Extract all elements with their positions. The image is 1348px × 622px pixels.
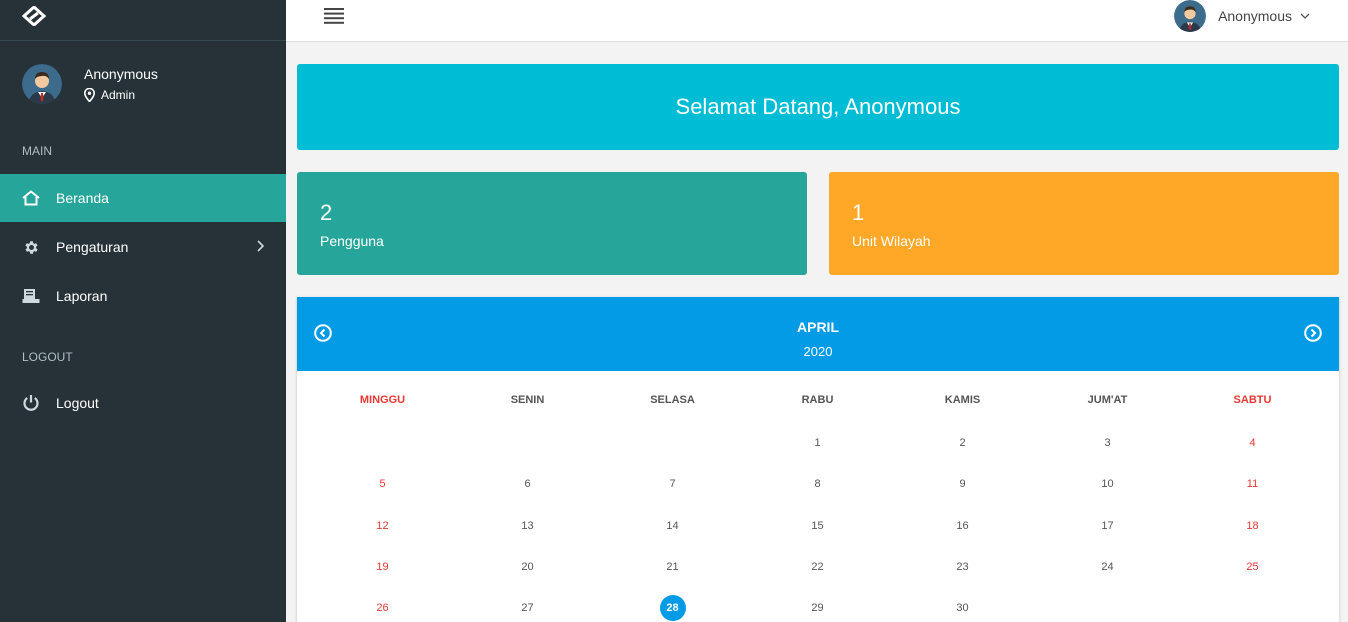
calendar-day[interactable]: 17	[1035, 520, 1180, 532]
calendar-day[interactable]: 16	[890, 520, 1035, 532]
calendar-day[interactable]: 25	[1180, 561, 1325, 573]
weekday-header: SABTU	[1233, 394, 1272, 406]
weekday-header: JUM'AT	[1087, 394, 1128, 406]
calendar-day[interactable]: 2	[890, 437, 1035, 449]
weekday-header: KAMIS	[944, 394, 981, 406]
calendar-day[interactable]: 10	[1035, 478, 1180, 490]
calendar-day[interactable]: 20	[455, 561, 600, 573]
sidebar-item-label: Beranda	[56, 190, 109, 206]
chevron-down-icon	[1300, 13, 1310, 19]
avatar[interactable]	[22, 64, 62, 104]
sidebar-user-role: Admin	[84, 88, 135, 102]
calendar-day[interactable]: 13	[455, 520, 600, 532]
calendar-day[interactable]: 7	[600, 478, 745, 490]
location-pin-icon	[84, 88, 95, 102]
sidebar-item-label: Laporan	[56, 288, 108, 304]
stat-label: Unit Wilayah	[852, 233, 931, 249]
calendar-header: APRIL 2020	[297, 297, 1339, 371]
report-icon	[22, 287, 40, 305]
calendar-day[interactable]: 29	[745, 602, 890, 614]
calendar-day[interactable]: 12	[310, 520, 455, 532]
section-label-logout: LOGOUT	[22, 350, 73, 364]
calendar-day[interactable]: 27	[455, 602, 600, 614]
stat-value: 1	[852, 200, 865, 225]
calendar-day[interactable]: 1	[745, 437, 890, 449]
sidebar: Anonymous Admin MAIN Beranda Pengaturan …	[0, 0, 286, 622]
calendar-day[interactable]: 28	[600, 595, 745, 621]
topbar: Anonymous	[286, 0, 1348, 42]
calendar-month: APRIL	[797, 319, 839, 335]
calendar-day[interactable]: 22	[745, 561, 890, 573]
sidebar-item-pengaturan[interactable]: Pengaturan	[0, 223, 286, 271]
today-marker: 28	[659, 595, 686, 621]
weekday-header: RABU	[801, 394, 834, 406]
stat-value: 2	[320, 200, 333, 225]
calendar-day[interactable]: 8	[745, 478, 890, 490]
menu-toggle-icon[interactable]	[324, 8, 344, 24]
sidebar-item-label: Logout	[56, 395, 99, 411]
chevron-right-icon	[257, 240, 264, 252]
section-label-main: MAIN	[22, 144, 52, 158]
calendar-day[interactable]: 18	[1180, 520, 1325, 532]
calendar-day[interactable]: 15	[745, 520, 890, 532]
calendar-day[interactable]: 19	[310, 561, 455, 573]
calendar-day[interactable]: 11	[1180, 478, 1325, 490]
weekday-header: MINGGU	[359, 394, 406, 406]
calendar-day[interactable]: 24	[1035, 561, 1180, 573]
calendar-day[interactable]: 9	[890, 478, 1035, 490]
divider	[0, 40, 286, 41]
topbar-user-name: Anonymous	[1218, 8, 1292, 24]
calendar-day[interactable]: 6	[455, 478, 600, 490]
calendar-year: 2020	[803, 344, 833, 359]
power-icon	[22, 394, 40, 412]
welcome-text: Selamat Datang, Anonymous	[675, 94, 961, 119]
weekday-header: SENIN	[510, 394, 545, 406]
calendar-day[interactable]: 4	[1180, 437, 1325, 449]
avatar	[1174, 0, 1207, 32]
sidebar-item-laporan[interactable]: Laporan	[0, 272, 286, 320]
home-icon	[22, 189, 40, 207]
sidebar-item-label: Pengaturan	[56, 239, 129, 255]
user-menu-dropdown[interactable]: Anonymous	[1174, 0, 1310, 32]
calendar-day[interactable]: 21	[600, 561, 745, 573]
stat-label: Pengguna	[320, 233, 384, 249]
sidebar-user-role-label: Admin	[101, 88, 136, 102]
app-logo-icon[interactable]	[22, 6, 46, 26]
avatar-image	[1174, 0, 1207, 32]
sidebar-item-logout[interactable]: Logout	[0, 379, 286, 427]
stat-card-unit-wilayah: 1 Unit Wilayah	[829, 172, 1339, 275]
calendar-day[interactable]: 26	[310, 602, 455, 614]
sidebar-item-beranda[interactable]: Beranda	[0, 174, 286, 222]
calendar: APRIL 2020 MINGGU SENIN SELASA RABU KAMI…	[297, 297, 1339, 622]
sidebar-user-name: Anonymous	[84, 66, 158, 82]
avatar-image	[22, 64, 62, 104]
welcome-banner: Selamat Datang, Anonymous	[297, 64, 1339, 150]
gear-icon	[22, 238, 40, 256]
calendar-day[interactable]: 23	[890, 561, 1035, 573]
calendar-day[interactable]: 14	[600, 520, 745, 532]
weekday-header: SELASA	[650, 394, 695, 406]
calendar-day[interactable]: 5	[310, 478, 455, 490]
next-month-icon[interactable]	[1304, 324, 1322, 342]
stat-card-pengguna: 2 Pengguna	[297, 172, 807, 275]
calendar-day[interactable]: 3	[1035, 437, 1180, 449]
calendar-day[interactable]: 30	[890, 602, 1035, 614]
